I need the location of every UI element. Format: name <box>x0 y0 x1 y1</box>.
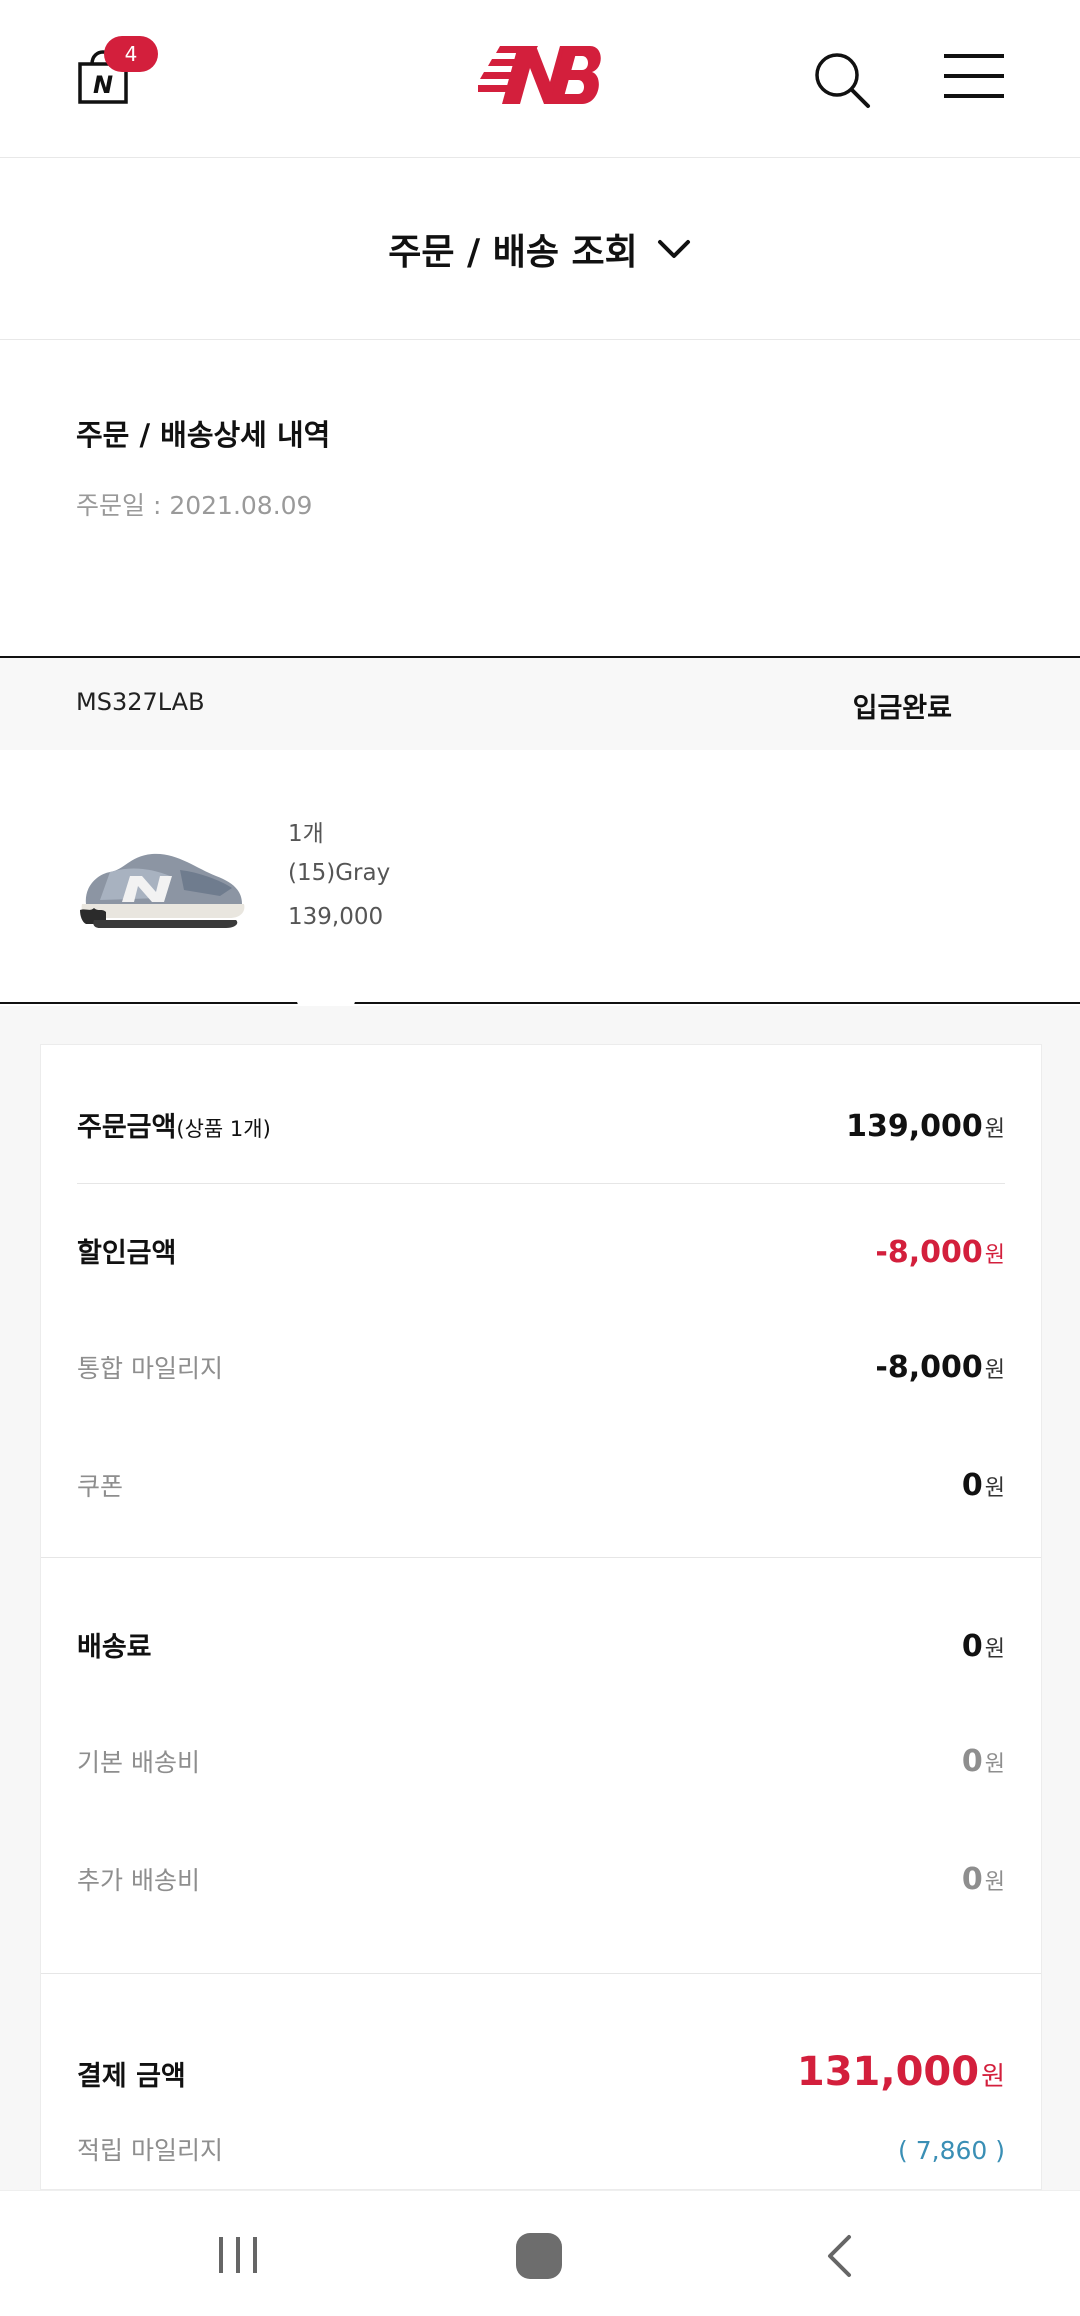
order-status: 입금완료 <box>852 693 952 724</box>
order-item[interactable]: 1개 (15)Gray 139,000 <box>0 750 1080 1004</box>
app-header: N 4 <box>0 0 1080 158</box>
earned-mileage-value: ( 7,860 ) <box>898 2136 1005 2165</box>
order-amount-label: 주문금액(상품 1개) <box>77 1112 271 1143</box>
order-date: 주문일 : 2021.08.09 <box>76 491 313 520</box>
new-balance-logo[interactable] <box>474 42 602 108</box>
coupon-value: 0원 <box>961 1468 1005 1503</box>
product-code: MS327LAB <box>76 688 205 716</box>
section-divider <box>41 1557 1041 1558</box>
payment-value: 131,000원 <box>796 2049 1005 2095</box>
base-shipping-value: 0원 <box>961 1744 1005 1779</box>
hamburger-menu-icon[interactable] <box>944 50 1004 102</box>
coupon-row: 쿠폰 0원 <box>77 1467 1005 1503</box>
earned-mileage-label: 적립 마일리지 <box>77 2136 223 2165</box>
item-option: (15)Gray <box>288 860 391 886</box>
cart-count-badge: 4 <box>104 36 158 72</box>
discount-label: 할인금액 <box>77 1238 177 1269</box>
item-quantity: 1개 <box>288 821 324 847</box>
extra-shipping-label: 추가 배송비 <box>77 1866 200 1895</box>
shipping-label: 배송료 <box>77 1632 152 1663</box>
order-item-header: MS327LAB 입금완료 <box>0 656 1080 750</box>
shipping-value: 0원 <box>961 1629 1005 1664</box>
earned-mileage-row: 적립 마일리지 ( 7,860 ) <box>77 2131 1005 2167</box>
order-amount-value: 139,000원 <box>846 1109 1005 1144</box>
base-shipping-row: 기본 배송비 0원 <box>77 1743 1005 1779</box>
shipping-row: 배송료 0원 <box>77 1625 1005 1664</box>
payment-row: 결제 금액 131,000원 <box>77 2049 1005 2095</box>
discount-value: -8,000원 <box>875 1235 1005 1270</box>
row-divider <box>77 1183 1005 1184</box>
chevron-down-icon <box>657 239 690 258</box>
base-shipping-label: 기본 배송비 <box>77 1748 200 1777</box>
extra-shipping-row: 추가 배송비 0원 <box>77 1861 1005 1897</box>
gray-sneaker-image[interactable] <box>80 846 246 930</box>
order-amount-sub: (상품 1개) <box>176 1117 271 1141</box>
mileage-row: 통합 마일리지 -8,000원 <box>77 1349 1005 1385</box>
recent-apps-icon[interactable] <box>216 2235 260 2275</box>
back-icon[interactable] <box>824 2233 854 2279</box>
bag-letter: N <box>93 71 113 99</box>
system-navigation-bar <box>0 2190 1080 2316</box>
order-amount-row: 주문금액(상품 1개) 139,000원 <box>77 1105 1005 1144</box>
payment-label: 결제 금액 <box>77 2061 186 2092</box>
coupon-label: 쿠폰 <box>77 1472 124 1501</box>
section-divider <box>41 1973 1041 1974</box>
page-title: 주문 / 배송 조회 <box>388 231 638 273</box>
item-price: 139,000 <box>288 904 384 930</box>
detail-title: 주문 / 배송상세 내역 <box>76 418 331 452</box>
extra-shipping-value: 0원 <box>961 1862 1005 1897</box>
mileage-label: 통합 마일리지 <box>77 1354 223 1383</box>
payment-summary-card: 주문금액(상품 1개) 139,000원 할인금액 -8,000원 통합 마일리… <box>40 1044 1042 2190</box>
discount-row: 할인금액 -8,000원 <box>77 1231 1005 1270</box>
mileage-value: -8,000원 <box>875 1350 1005 1385</box>
home-icon[interactable] <box>516 2233 562 2279</box>
page-title-dropdown[interactable]: 주문 / 배송 조회 <box>0 158 1080 340</box>
search-icon[interactable] <box>812 50 872 110</box>
